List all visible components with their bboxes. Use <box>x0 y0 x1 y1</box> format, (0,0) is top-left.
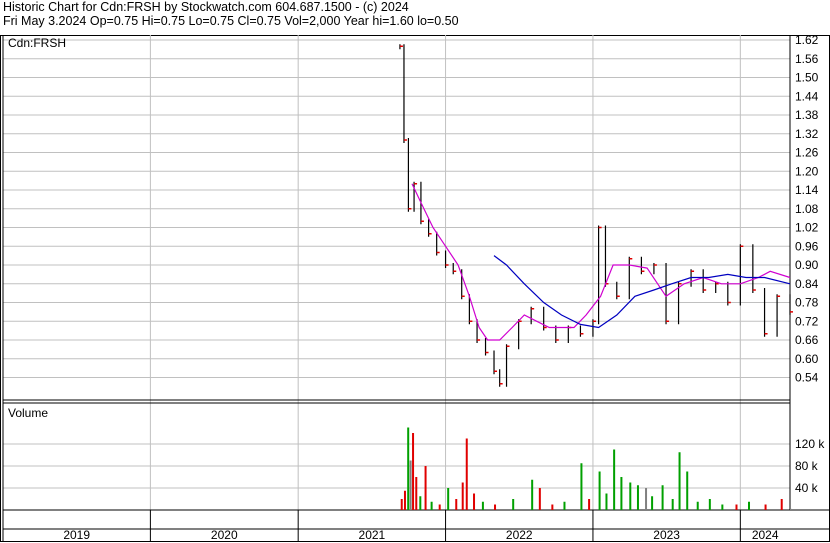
volume-bar <box>708 499 711 510</box>
price-tick-label: 1.50 <box>795 71 819 85</box>
volume-bar <box>790 508 792 510</box>
price-tick-label: 1.44 <box>795 89 819 103</box>
x-tick-label-2021: 2021 <box>359 528 386 542</box>
x-tick-label-2022: 2022 <box>506 528 533 542</box>
volume-bar <box>629 482 632 510</box>
volume-bar <box>465 438 468 510</box>
volume-bar <box>661 485 664 510</box>
volume-bar <box>613 449 616 510</box>
volume-bar <box>563 501 566 510</box>
price-tick-label: 0.54 <box>795 371 819 385</box>
volume-bar <box>651 496 654 510</box>
volume-bar <box>696 501 699 510</box>
price-tick-label: 0.72 <box>795 314 819 328</box>
volume-bar <box>461 482 464 510</box>
volume-bar <box>531 479 534 510</box>
volume-bar <box>620 477 623 510</box>
stock-chart-page: Historic Chart for Cdn:FRSH by Stockwatc… <box>0 0 830 543</box>
volume-bar <box>403 490 406 510</box>
price-tick-label: 0.78 <box>795 296 819 310</box>
volume-bar <box>735 504 738 510</box>
price-tick-label: 0.60 <box>795 352 819 366</box>
volume-bar <box>645 488 648 510</box>
x-tick-label-2019: 2019 <box>63 528 90 542</box>
volume-tick-label: 80 k <box>795 459 819 473</box>
volume-bar <box>780 499 783 510</box>
volume-bar <box>481 501 484 510</box>
volume-bar <box>678 452 681 510</box>
volume-bar <box>551 504 554 510</box>
volume-bar <box>588 499 591 510</box>
volume-bar <box>512 499 515 510</box>
price-tick-label: 0.66 <box>795 333 819 347</box>
price-tick-label: 1.14 <box>795 183 819 197</box>
price-tick-label: 0.90 <box>795 258 819 272</box>
volume-bar <box>455 499 458 510</box>
price-tick-label: 1.56 <box>795 52 819 66</box>
volume-bar <box>580 463 583 510</box>
price-tick-label: 0.96 <box>795 239 819 253</box>
volume-bar <box>407 427 410 510</box>
volume-bar <box>419 496 422 510</box>
volume-bar <box>671 499 674 510</box>
volume-bar <box>721 504 724 510</box>
price-tick-label: 1.08 <box>795 202 819 216</box>
price-tick-label: 1.32 <box>795 127 819 141</box>
volume-bar <box>409 460 412 510</box>
moving-average-short-line <box>411 183 791 341</box>
price-tick-label: 1.38 <box>795 108 819 122</box>
volume-bar <box>538 488 541 510</box>
volume-tick-label: 120 k <box>795 437 825 451</box>
price-tick-label: 1.02 <box>795 221 819 235</box>
volume-bar <box>400 499 403 510</box>
x-tick-label-2024: 2024 <box>752 528 779 542</box>
price-tick-label: 1.62 <box>795 33 819 47</box>
volume-bar <box>605 493 608 510</box>
volume-bar <box>430 501 433 510</box>
volume-bar <box>424 466 427 510</box>
price-tick-label: 0.84 <box>795 277 819 291</box>
volume-bar <box>447 488 450 510</box>
volume-panel-label: Volume <box>8 406 48 420</box>
price-panel-label: Cdn:FRSH <box>8 36 66 50</box>
volume-bar <box>473 493 476 510</box>
volume-bar <box>438 504 441 510</box>
price-tick-label: 1.20 <box>795 164 819 178</box>
volume-bar <box>764 504 767 510</box>
volume-bar <box>412 433 415 510</box>
x-tick-label-2023: 2023 <box>653 528 680 542</box>
volume-bar <box>494 504 497 510</box>
volume-tick-label: 40 k <box>795 481 819 495</box>
x-tick-label-2020: 2020 <box>211 528 238 542</box>
volume-bar <box>686 471 689 510</box>
volume-bar <box>415 477 418 510</box>
stock-chart-svg: 2019 2020 2021 2022 2023 2024 1.62 1.56 1.50 1.44… <box>0 33 830 542</box>
volume-bar <box>748 501 751 510</box>
volume-bar <box>598 471 601 510</box>
volume-bar <box>636 485 639 510</box>
price-tick-label: 1.26 <box>795 146 819 160</box>
